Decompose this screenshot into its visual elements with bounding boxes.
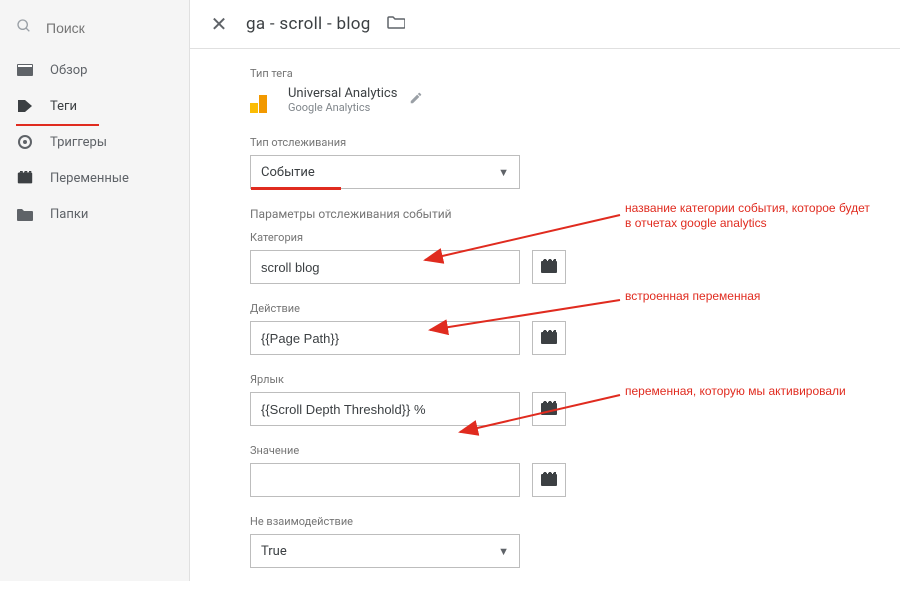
variable-picker-button[interactable] <box>532 392 566 426</box>
sidebar-item-label: Обзор <box>50 63 87 78</box>
track-type-value: Событие <box>261 165 315 180</box>
tag-type-sub: Google Analytics <box>288 101 397 114</box>
lego-icon <box>541 332 557 344</box>
tag-type-name: Universal Analytics <box>288 86 397 101</box>
category-input[interactable] <box>250 250 520 284</box>
noninteraction-select[interactable]: True ▼ <box>250 534 520 568</box>
chevron-down-icon: ▼ <box>498 166 509 179</box>
value-label: Значение <box>250 444 872 457</box>
action-label: Действие <box>250 302 872 315</box>
search-input[interactable] <box>46 20 173 36</box>
sidebar-item-label: Переменные <box>50 171 129 186</box>
tag-type-label: Тип тега <box>250 67 872 80</box>
folder-outline-icon[interactable] <box>387 15 405 33</box>
tag-icon <box>16 98 34 114</box>
tag-type-row[interactable]: Universal Analytics Google Analytics <box>250 86 872 114</box>
edit-icon[interactable] <box>409 91 423 109</box>
variable-picker-button[interactable] <box>532 321 566 355</box>
label-label: Ярлык <box>250 373 872 386</box>
noninteraction-value: True <box>261 544 287 559</box>
sidebar-item-variables[interactable]: Переменные <box>0 160 189 196</box>
noninteraction-label: Не взаимодействие <box>250 515 872 528</box>
search-icon <box>16 18 32 38</box>
main-panel: ✕ ga - scroll - blog Тип тега Universal … <box>190 0 900 581</box>
track-type-label: Тип отслеживания <box>250 136 872 149</box>
label-input[interactable] <box>250 392 520 426</box>
action-input[interactable] <box>250 321 520 355</box>
folder-icon <box>16 206 34 222</box>
ga-logo-icon <box>250 87 276 113</box>
panel-header: ✕ ga - scroll - blog <box>190 0 900 49</box>
sidebar: Обзор Теги Триггеры Переменные Папки <box>0 0 190 581</box>
sidebar-item-tags[interactable]: Теги <box>0 88 189 124</box>
event-params-label: Параметры отслеживания событий <box>250 207 872 221</box>
lego-icon <box>541 261 557 273</box>
sidebar-item-label: Теги <box>50 99 77 114</box>
value-input[interactable] <box>250 463 520 497</box>
lego-icon <box>541 403 557 415</box>
variable-picker-button[interactable] <box>532 250 566 284</box>
sidebar-item-folders[interactable]: Папки <box>0 196 189 232</box>
chevron-down-icon: ▼ <box>498 545 509 558</box>
sidebar-item-overview[interactable]: Обзор <box>0 52 189 88</box>
category-label: Категория <box>250 231 872 244</box>
variable-picker-button[interactable] <box>532 463 566 497</box>
close-icon[interactable]: ✕ <box>208 12 230 36</box>
lego-icon <box>541 474 557 486</box>
trigger-icon <box>16 134 34 150</box>
sidebar-item-triggers[interactable]: Триггеры <box>0 124 189 160</box>
page-title: ga - scroll - blog <box>246 14 371 34</box>
sidebar-item-label: Папки <box>50 207 88 222</box>
variable-icon <box>16 170 34 186</box>
search-field[interactable] <box>0 8 189 52</box>
dashboard-icon <box>16 62 34 78</box>
sidebar-item-label: Триггеры <box>50 135 107 150</box>
track-type-select[interactable]: Событие ▼ <box>250 155 520 189</box>
